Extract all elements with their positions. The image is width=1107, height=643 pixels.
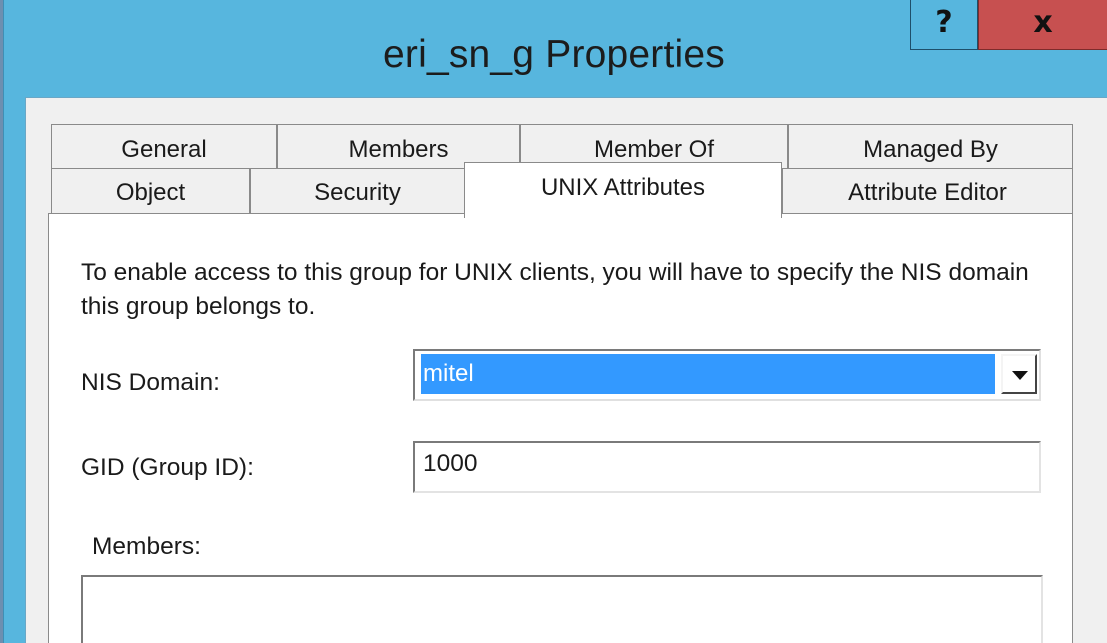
- nis-domain-dropdown-button[interactable]: [1001, 354, 1037, 394]
- gid-input[interactable]: 1000: [413, 441, 1041, 493]
- tab-attribute-editor[interactable]: Attribute Editor: [782, 168, 1073, 214]
- close-button[interactable]: x: [978, 0, 1107, 50]
- tab-general[interactable]: General: [51, 124, 277, 168]
- tab-unix-attributes[interactable]: UNIX Attributes: [464, 162, 782, 218]
- tab-object[interactable]: Object: [51, 168, 250, 214]
- unix-description-text: To enable access to this group for UNIX …: [81, 259, 1029, 320]
- tab-security[interactable]: Security: [250, 168, 465, 214]
- chevron-down-icon: [1012, 371, 1028, 380]
- tab-managed-by[interactable]: Managed By: [788, 124, 1073, 168]
- nis-domain-label: NIS Domain:: [81, 369, 220, 396]
- members-label: Members:: [92, 533, 201, 560]
- members-listbox[interactable]: [81, 575, 1043, 643]
- help-button[interactable]: ?: [910, 0, 978, 50]
- nis-domain-dropdown[interactable]: mitel: [413, 349, 1041, 401]
- gid-label: GID (Group ID):: [81, 454, 254, 481]
- nis-domain-selected-value[interactable]: mitel: [421, 354, 995, 394]
